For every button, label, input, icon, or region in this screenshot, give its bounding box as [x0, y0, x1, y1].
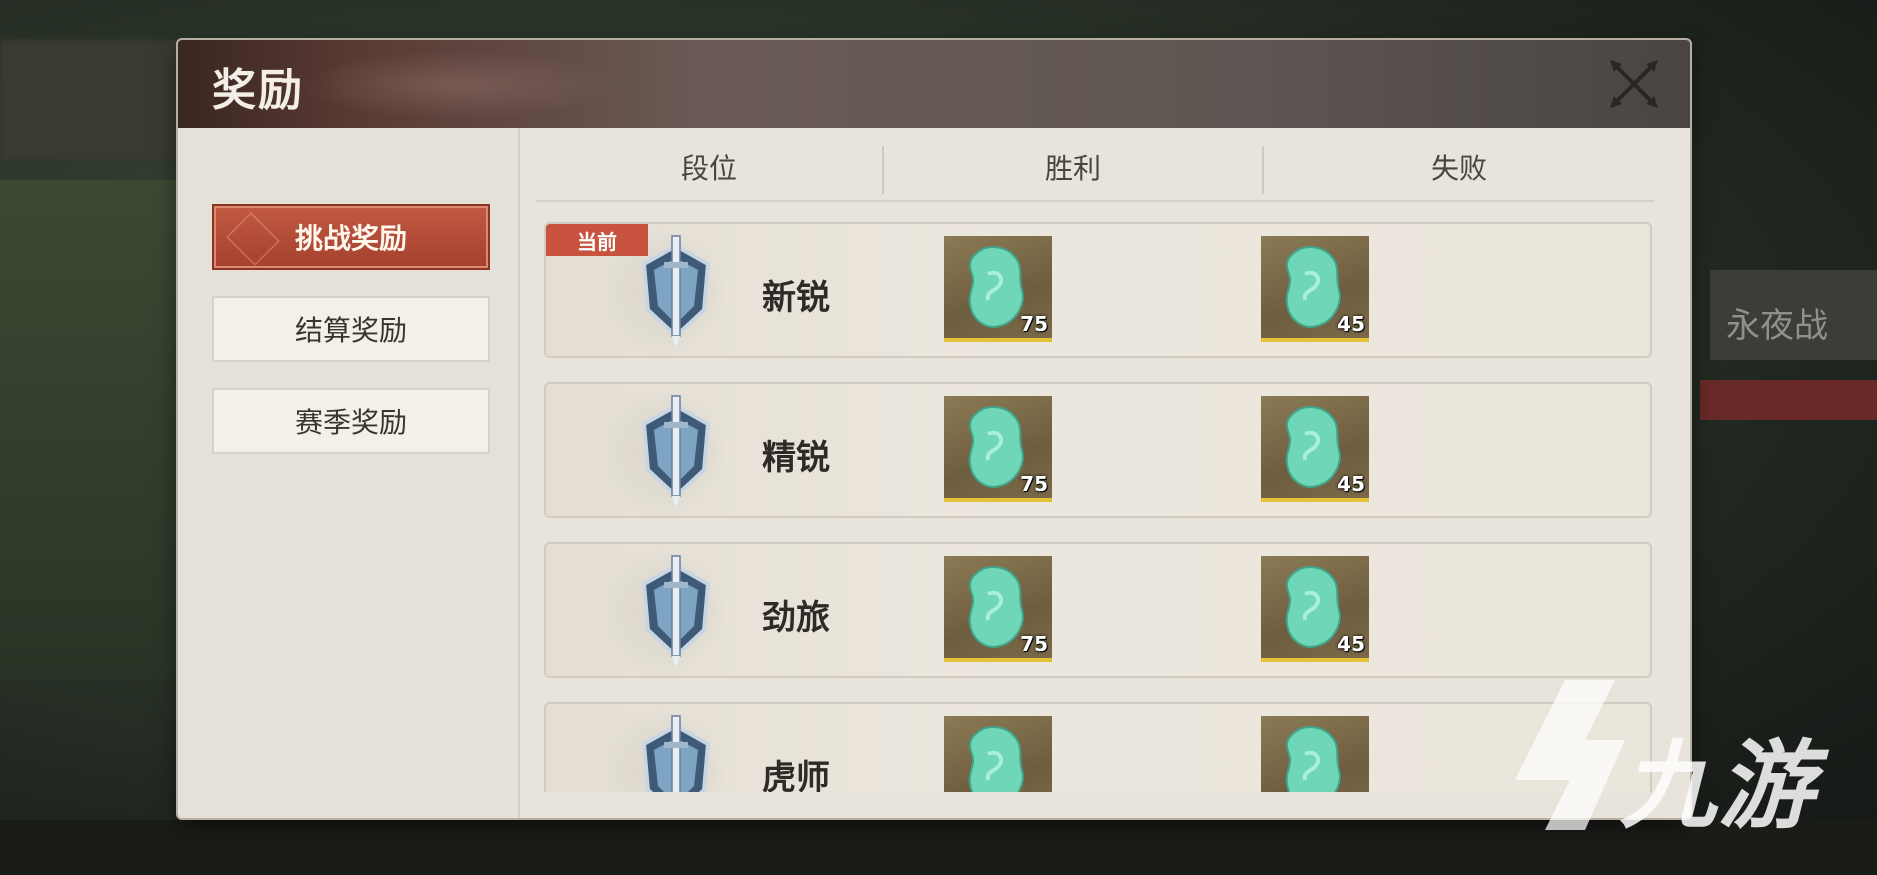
- dialog-titlebar: 奖励: [178, 40, 1690, 128]
- lose-reward-item[interactable]: [1261, 716, 1369, 792]
- sidebar-item-label: 结算奖励: [294, 314, 407, 347]
- reward-quantity: 75: [1020, 472, 1048, 496]
- jade-token-icon: [968, 726, 1024, 792]
- table-row: 劲旅 75 45: [544, 542, 1652, 678]
- watermark-text: 九游: [1620, 730, 1816, 842]
- close-crossed-swords-icon: [1610, 60, 1658, 108]
- reward-quantity: 75: [1020, 632, 1048, 656]
- rank-shield-sword-icon: [641, 555, 711, 668]
- reward-quantity: 45: [1337, 632, 1365, 656]
- background-scene-topleft: [0, 40, 180, 160]
- titlebar-decoration: [298, 50, 618, 120]
- rank-name: 新锐: [762, 278, 830, 318]
- reward-quantity: 75: [1020, 312, 1048, 336]
- dialog-title: 奖励: [212, 65, 304, 116]
- table-row: 新锐 75 45 当前: [544, 222, 1652, 358]
- column-header-lose: 失败: [1430, 152, 1487, 185]
- jade-token-icon: [1285, 726, 1341, 792]
- sidebar-item-season-reward[interactable]: 赛季奖励: [212, 388, 490, 454]
- lose-reward-item[interactable]: 45: [1261, 236, 1369, 342]
- sidebar: 挑战奖励 结算奖励 赛季奖励: [178, 128, 520, 818]
- reward-quantity: 45: [1337, 312, 1365, 336]
- sidebar-item-challenge-reward[interactable]: 挑战奖励: [212, 204, 490, 270]
- sidebar-item-label: 赛季奖励: [294, 406, 407, 439]
- win-reward-item[interactable]: 75: [944, 556, 1052, 662]
- header-separator: [536, 200, 1654, 202]
- rank-name: 虎师: [762, 758, 830, 792]
- background-scene-left: [0, 180, 180, 680]
- background-text: 永夜战: [1726, 306, 1828, 346]
- sidebar-item-label: 挑战奖励: [294, 222, 407, 255]
- win-reward-item[interactable]: [944, 716, 1052, 792]
- win-reward-item[interactable]: 75: [944, 396, 1052, 502]
- background-scene-right: 永夜战: [1710, 270, 1877, 360]
- column-header-rank: 段位: [680, 152, 737, 185]
- rank-name: 劲旅: [762, 598, 830, 638]
- win-reward-item[interactable]: 75: [944, 236, 1052, 342]
- rank-shield-sword-icon: [641, 395, 711, 508]
- reward-quantity: 45: [1337, 472, 1365, 496]
- table-row: 精锐 75 45: [544, 382, 1652, 518]
- rank-name: 精锐: [762, 438, 830, 478]
- background-red-band: [1700, 380, 1877, 420]
- lose-reward-item[interactable]: 45: [1261, 396, 1369, 502]
- rank-shield-sword-icon: [641, 715, 711, 792]
- column-header-win: 胜利: [1044, 152, 1101, 185]
- lose-reward-item[interactable]: 45: [1261, 556, 1369, 662]
- sidebar-item-settlement-reward[interactable]: 结算奖励: [212, 296, 490, 362]
- close-button[interactable]: [1606, 56, 1662, 112]
- rewards-dialog: 奖励 挑战奖励 结算奖励 赛季奖励 段位 胜利 失败 新锐 75 45 当前 精…: [178, 40, 1690, 818]
- current-rank-badge: 当前: [546, 224, 648, 256]
